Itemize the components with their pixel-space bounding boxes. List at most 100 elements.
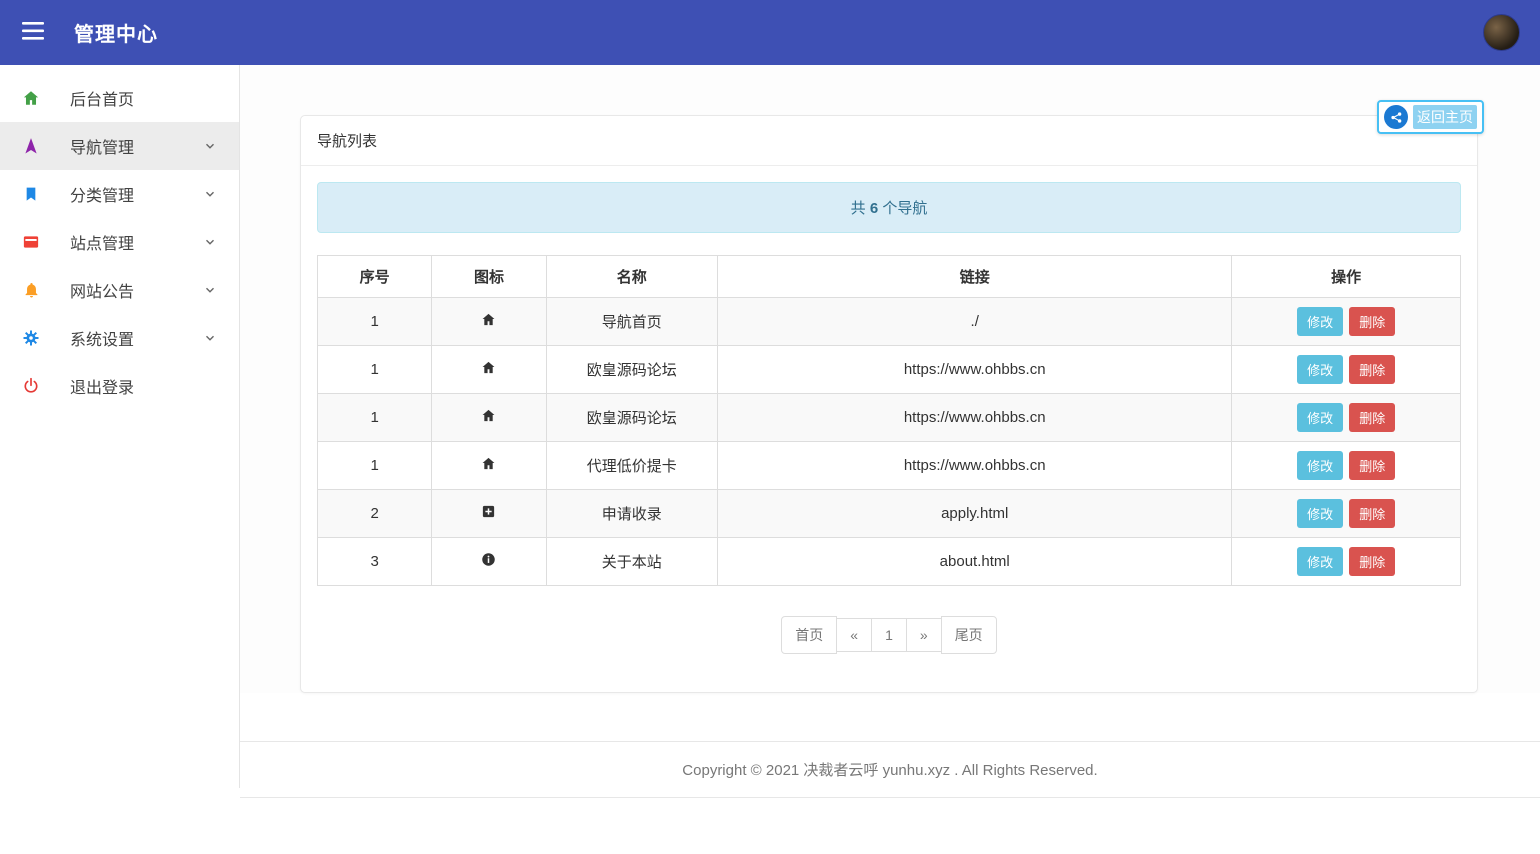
sidebar-item-nav-management[interactable]: 导航管理 [0,122,239,170]
table-row: 1 导航首页 ./ 修改删除 [318,298,1461,346]
cell-name: 代理低价提卡 [546,442,717,490]
plus-square-icon [481,506,496,523]
delete-button[interactable]: 删除 [1349,451,1395,480]
table-row: 1 代理低价提卡 https://www.ohbbs.cn 修改删除 [318,442,1461,490]
cell-no: 2 [318,490,432,538]
edit-button[interactable]: 修改 [1297,403,1343,432]
sidebar-item-announcement[interactable]: 网站公告 [0,266,239,314]
return-home-button[interactable]: 返回主页 [1377,100,1484,134]
cell-name: 申请收录 [546,490,717,538]
copyright-text: Copyright © 2021 决裁者云呼 yunhu.xyz . All R… [682,762,1097,779]
cell-name: 欧皇源码论坛 [546,346,717,394]
home-icon [481,410,496,427]
cell-icon [432,346,546,394]
panel-body: 共 6 个导航 序号 图标 名称 链接 操作 1 导航 [301,166,1477,692]
chevron-down-icon [203,331,217,345]
pagination-first[interactable]: 首页 [781,616,837,654]
footer: Copyright © 2021 决裁者云呼 yunhu.xyz . All R… [240,741,1540,798]
top-navbar: 管理中心 [0,0,1540,65]
cell-link: apply.html [718,490,1232,538]
sidebar-item-logout[interactable]: 退出登录 [0,362,239,410]
cell-actions: 修改删除 [1232,394,1461,442]
sidebar-item-label: 分类管理 [70,182,203,206]
cell-name: 导航首页 [546,298,717,346]
sidebar-item-label: 导航管理 [70,134,203,158]
pagination-page-1[interactable]: 1 [871,618,907,652]
main-content: 返回主页 导航列表 共 6 个导航 序号 图标 名称 链接 操作 [240,65,1540,693]
chevron-down-icon [203,139,217,153]
return-home-label: 返回主页 [1413,105,1477,129]
delete-button[interactable]: 删除 [1349,355,1395,384]
table-row: 2 申请收录 apply.html 修改删除 [318,490,1461,538]
edit-button[interactable]: 修改 [1297,547,1343,576]
cell-icon [432,442,546,490]
chevron-down-icon [203,187,217,201]
sidebar-item-settings[interactable]: 系统设置 [0,314,239,362]
header-link: 链接 [718,256,1232,298]
panel-title: 导航列表 [301,116,1477,166]
home-icon [481,314,496,331]
sidebar-item-label: 站点管理 [70,230,203,254]
edit-button[interactable]: 修改 [1297,355,1343,384]
table-row: 1 欧皇源码论坛 https://www.ohbbs.cn 修改删除 [318,346,1461,394]
info-circle-icon [481,554,496,571]
edit-button[interactable]: 修改 [1297,499,1343,528]
chevron-down-icon [203,283,217,297]
sidebar-item-site-management[interactable]: 站点管理 [0,218,239,266]
cell-no: 3 [318,538,432,586]
cell-actions: 修改删除 [1232,346,1461,394]
bottom-spacer [240,798,1540,854]
hamburger-icon [22,22,44,43]
delete-button[interactable]: 删除 [1349,403,1395,432]
cell-actions: 修改删除 [1232,298,1461,346]
sidebar-item-label: 系统设置 [70,326,203,350]
menu-toggle-button[interactable] [0,0,66,65]
pagination-next[interactable]: » [906,618,942,652]
cell-icon [432,394,546,442]
window-icon [18,233,44,251]
header-action: 操作 [1232,256,1461,298]
sidebar-item-label: 网站公告 [70,278,203,302]
pagination-last[interactable]: 尾页 [941,616,997,654]
alert-text-suffix: 个导航 [878,200,927,217]
cell-icon [432,538,546,586]
pagination-prev[interactable]: « [836,618,872,652]
bookmark-icon [18,185,44,203]
home-icon [481,458,496,475]
gear-icon [18,329,44,347]
app-title: 管理中心 [74,18,158,47]
home-icon [481,362,496,379]
power-icon [18,377,44,395]
edit-button[interactable]: 修改 [1297,307,1343,336]
table-header-row: 序号 图标 名称 链接 操作 [318,256,1461,298]
avatar[interactable] [1483,14,1520,51]
cell-no: 1 [318,346,432,394]
sidebar-item-dashboard[interactable]: 后台首页 [0,74,239,122]
cell-icon [432,298,546,346]
chevron-down-icon [203,235,217,249]
cell-no: 1 [318,442,432,490]
pagination: 首页«1»尾页 [317,616,1461,654]
share-icon [1384,105,1408,129]
navigation-icon [18,137,44,155]
cell-actions: 修改删除 [1232,490,1461,538]
cell-no: 1 [318,394,432,442]
edit-button[interactable]: 修改 [1297,451,1343,480]
cell-icon [432,490,546,538]
sidebar-item-label: 退出登录 [70,374,221,398]
sidebar-item-label: 后台首页 [70,86,221,110]
cell-link: https://www.ohbbs.cn [718,442,1232,490]
delete-button[interactable]: 删除 [1349,499,1395,528]
sidebar-item-category-management[interactable]: 分类管理 [0,170,239,218]
cell-link: https://www.ohbbs.cn [718,346,1232,394]
delete-button[interactable]: 删除 [1349,307,1395,336]
cell-link: ./ [718,298,1232,346]
table-row: 1 欧皇源码论坛 https://www.ohbbs.cn 修改删除 [318,394,1461,442]
cell-actions: 修改删除 [1232,538,1461,586]
alert-count: 6 [870,200,878,217]
cell-name: 欧皇源码论坛 [546,394,717,442]
header-no: 序号 [318,256,432,298]
delete-button[interactable]: 删除 [1349,547,1395,576]
cell-link: about.html [718,538,1232,586]
header-name: 名称 [546,256,717,298]
